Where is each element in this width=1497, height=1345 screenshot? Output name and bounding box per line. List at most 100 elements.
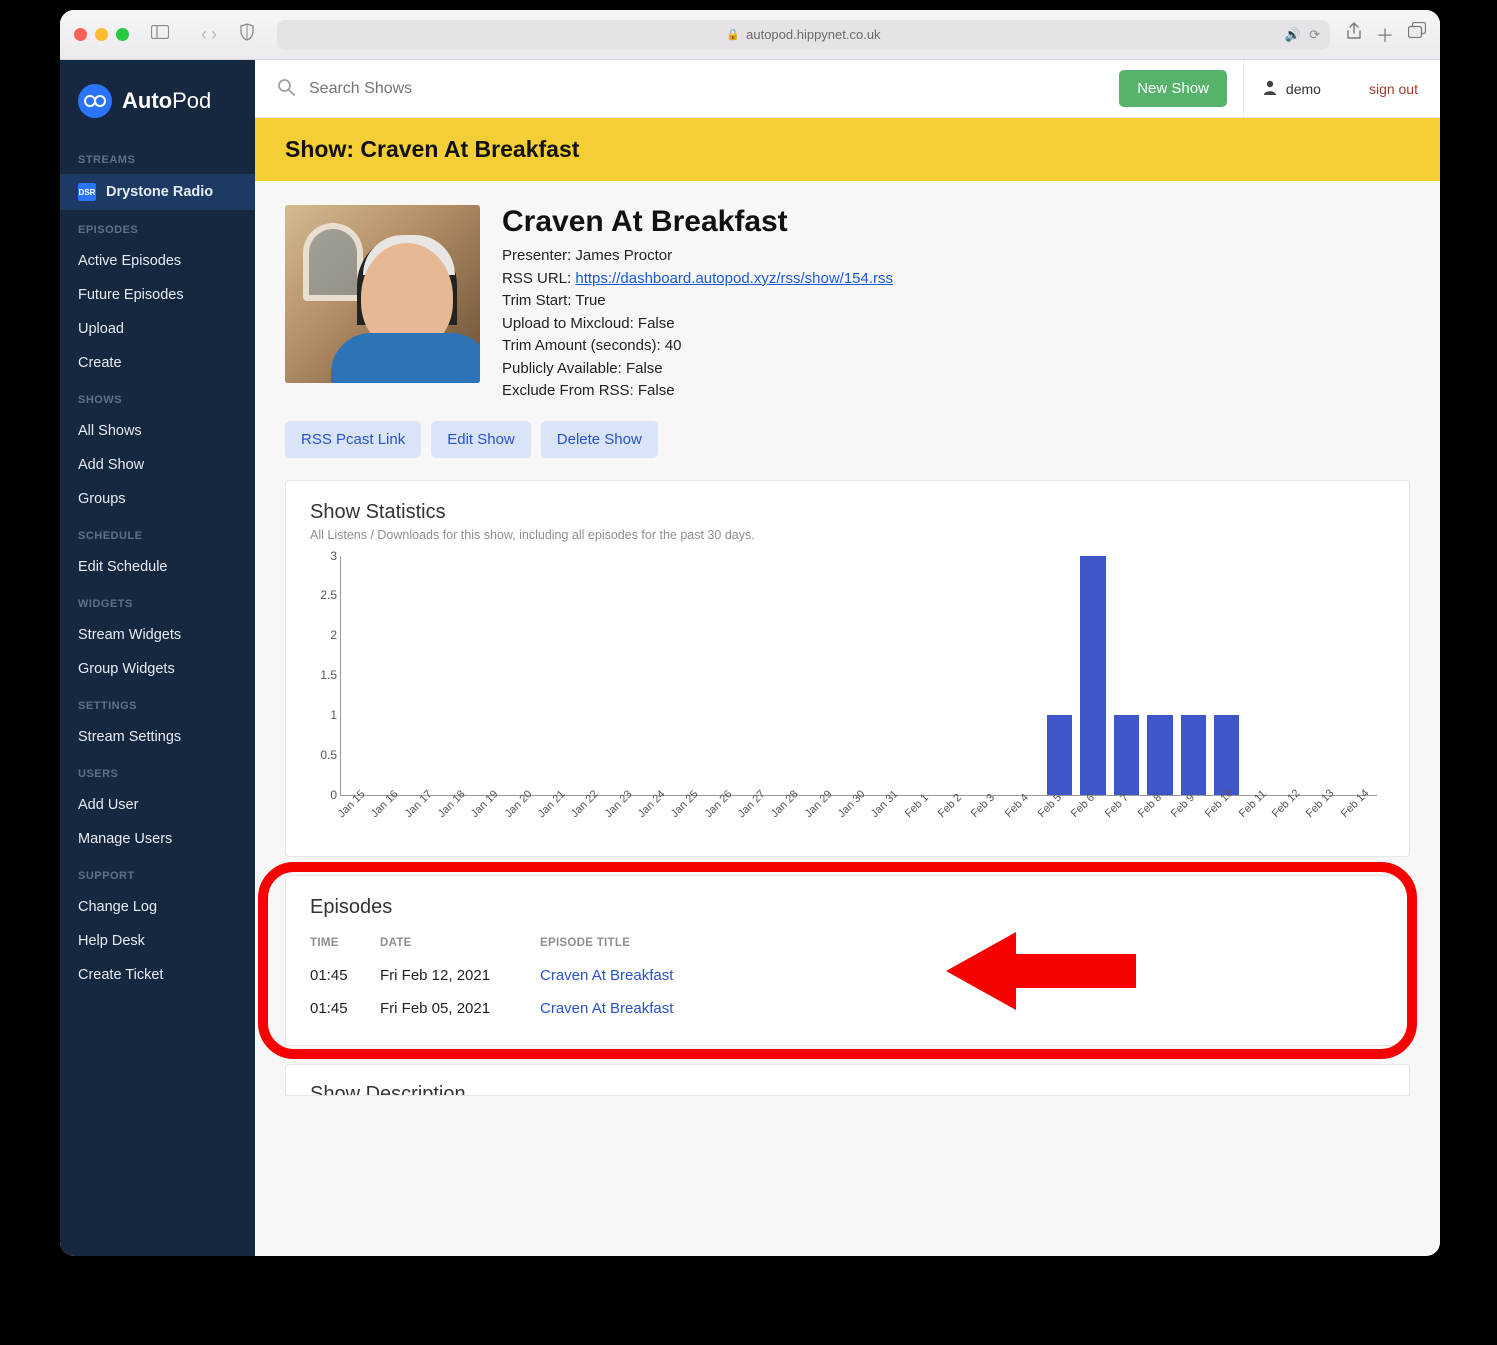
show-meta: Craven At Breakfast Presenter: James Pro… <box>502 205 893 403</box>
col-title: EPISODE TITLE <box>540 929 1385 959</box>
ep-title-link[interactable]: Craven At Breakfast <box>540 967 673 984</box>
sidebar-item-change-log[interactable]: Change Log <box>60 890 255 924</box>
col-time: TIME <box>310 929 380 959</box>
close-window-icon[interactable] <box>74 28 87 41</box>
nav-arrows: ‹ › <box>201 24 217 45</box>
maximize-window-icon[interactable] <box>116 28 129 41</box>
sb-head-shows: SHOWS <box>60 380 255 414</box>
stats-panel: Show Statistics All Listens / Downloads … <box>285 480 1410 857</box>
sb-head-episodes: EPISODES <box>60 210 255 244</box>
table-row: 01:45Fri Feb 05, 2021Craven At Breakfast <box>310 992 1385 1025</box>
rss-link[interactable]: https://dashboard.autopod.xyz/rss/show/1… <box>575 270 893 287</box>
ep-date: Fri Feb 12, 2021 <box>380 959 540 992</box>
sb-head-support: SUPPORT <box>60 856 255 890</box>
sidebar-toggle-icon[interactable] <box>145 21 175 48</box>
episodes-panel: Episodes TIME DATE EPISODE TITLE 01:45Fr… <box>285 875 1410 1046</box>
ep-time: 01:45 <box>310 992 380 1025</box>
topbar: New Show demo sign out <box>255 60 1440 118</box>
new-tab-icon[interactable]: ＋ <box>1376 22 1394 48</box>
app: AutoPod STREAMS DSR Drystone Radio EPISO… <box>60 60 1440 1256</box>
sidebar-item-create-ticket[interactable]: Create Ticket <box>60 958 255 992</box>
main: New Show demo sign out Show: Craven At B… <box>255 60 1440 1256</box>
sidebar-item-manage-users[interactable]: Manage Users <box>60 822 255 856</box>
sb-head-schedule: SCHEDULE <box>60 516 255 550</box>
brand-text-1: Auto <box>122 88 172 113</box>
episodes-title: Episodes <box>310 896 1385 919</box>
sidebar-item-help-desk[interactable]: Help Desk <box>60 924 255 958</box>
new-show-button[interactable]: New Show <box>1119 70 1227 107</box>
public: Publicly Available: False <box>502 358 893 381</box>
sidebar-item-edit-schedule[interactable]: Edit Schedule <box>60 550 255 584</box>
ep-title-link[interactable]: Craven At Breakfast <box>540 1000 673 1017</box>
show-name: Craven At Breakfast <box>502 205 893 239</box>
brand-text-2: Pod <box>172 88 211 113</box>
sb-head-settings: SETTINGS <box>60 686 255 720</box>
signout-link[interactable]: sign out <box>1355 81 1418 97</box>
share-icon[interactable] <box>1346 22 1362 48</box>
rss-label: RSS URL: <box>502 270 575 287</box>
presenter-label: Presenter: <box>502 247 575 264</box>
sidebar-item-stream-widgets[interactable]: Stream Widgets <box>60 618 255 652</box>
back-icon[interactable]: ‹ <box>201 24 207 45</box>
user-name: demo <box>1286 81 1321 97</box>
stats-subtitle: All Listens / Downloads for this show, i… <box>310 528 1385 542</box>
stats-chart: 00.511.522.53 Jan 15Jan 16Jan 17Jan 18Ja… <box>340 556 1377 836</box>
address-bar[interactable]: 🔒 autopod.hippynet.co.uk 🔊 ⟳ <box>277 20 1330 50</box>
trim-start: Trim Start: True <box>502 290 893 313</box>
sidebar: AutoPod STREAMS DSR Drystone Radio EPISO… <box>60 60 255 1256</box>
edit-show-button[interactable]: Edit Show <box>431 421 531 458</box>
presenter-value: James Proctor <box>575 247 672 264</box>
search-icon[interactable] <box>277 78 295 99</box>
trim-amount: Trim Amount (seconds): 40 <box>502 335 893 358</box>
brand-logo[interactable]: AutoPod <box>60 70 255 140</box>
table-row: 01:45Fri Feb 12, 2021Craven At Breakfast <box>310 959 1385 992</box>
user-icon <box>1262 79 1278 98</box>
browser-chrome: ‹ › 🔒 autopod.hippynet.co.uk 🔊 ⟳ ＋ <box>60 10 1440 60</box>
reload-icon[interactable]: ⟳ <box>1309 27 1320 43</box>
sb-head-streams: STREAMS <box>60 140 255 174</box>
episodes-table: TIME DATE EPISODE TITLE 01:45Fri Feb 12,… <box>310 929 1385 1025</box>
sidebar-item-future-episodes[interactable]: Future Episodes <box>60 278 255 312</box>
user-menu[interactable]: demo <box>1243 60 1339 117</box>
audio-icon[interactable]: 🔊 <box>1285 27 1301 43</box>
show-image <box>285 205 480 383</box>
shield-icon[interactable] <box>233 19 261 50</box>
sb-head-users: USERS <box>60 754 255 788</box>
url-host: autopod.hippynet.co.uk <box>746 27 880 42</box>
content: Craven At Breakfast Presenter: James Pro… <box>255 181 1440 1120</box>
rss-pcast-button[interactable]: RSS Pcast Link <box>285 421 421 458</box>
sidebar-item-create[interactable]: Create <box>60 346 255 380</box>
show-description-panel: Show Description <box>285 1064 1410 1096</box>
col-date: DATE <box>380 929 540 959</box>
exclude-rss: Exclude From RSS: False <box>502 380 893 403</box>
chrome-right-icons: ＋ <box>1346 22 1426 48</box>
show-actions: RSS Pcast Link Edit Show Delete Show <box>285 421 1410 458</box>
sidebar-item-add-user[interactable]: Add User <box>60 788 255 822</box>
sidebar-item-label: Drystone Radio <box>106 184 213 200</box>
sidebar-item-add-show[interactable]: Add Show <box>60 448 255 482</box>
browser-window: ‹ › 🔒 autopod.hippynet.co.uk 🔊 ⟳ ＋ <box>60 10 1440 1256</box>
delete-show-button[interactable]: Delete Show <box>541 421 658 458</box>
stream-badge-icon: DSR <box>78 183 96 201</box>
stats-title: Show Statistics <box>310 501 1385 524</box>
ep-date: Fri Feb 05, 2021 <box>380 992 540 1025</box>
lock-icon: 🔒 <box>726 28 740 41</box>
sidebar-item-upload[interactable]: Upload <box>60 312 255 346</box>
search-input[interactable] <box>309 80 1103 98</box>
show-header: Craven At Breakfast Presenter: James Pro… <box>285 205 1410 403</box>
sidebar-item-active-episodes[interactable]: Active Episodes <box>60 244 255 278</box>
sidebar-item-stream-settings[interactable]: Stream Settings <box>60 720 255 754</box>
upload-mixcloud: Upload to Mixcloud: False <box>502 313 893 336</box>
minimize-window-icon[interactable] <box>95 28 108 41</box>
sidebar-item-drystone[interactable]: DSR Drystone Radio <box>60 174 255 210</box>
sidebar-item-all-shows[interactable]: All Shows <box>60 414 255 448</box>
ep-time: 01:45 <box>310 959 380 992</box>
sidebar-item-group-widgets[interactable]: Group Widgets <box>60 652 255 686</box>
sb-head-widgets: WIDGETS <box>60 584 255 618</box>
traffic-lights <box>74 28 129 41</box>
logo-icon <box>78 84 112 118</box>
page-title: Show: Craven At Breakfast <box>255 118 1440 181</box>
tabs-icon[interactable] <box>1408 22 1426 48</box>
forward-icon[interactable]: › <box>211 24 217 45</box>
sidebar-item-groups[interactable]: Groups <box>60 482 255 516</box>
